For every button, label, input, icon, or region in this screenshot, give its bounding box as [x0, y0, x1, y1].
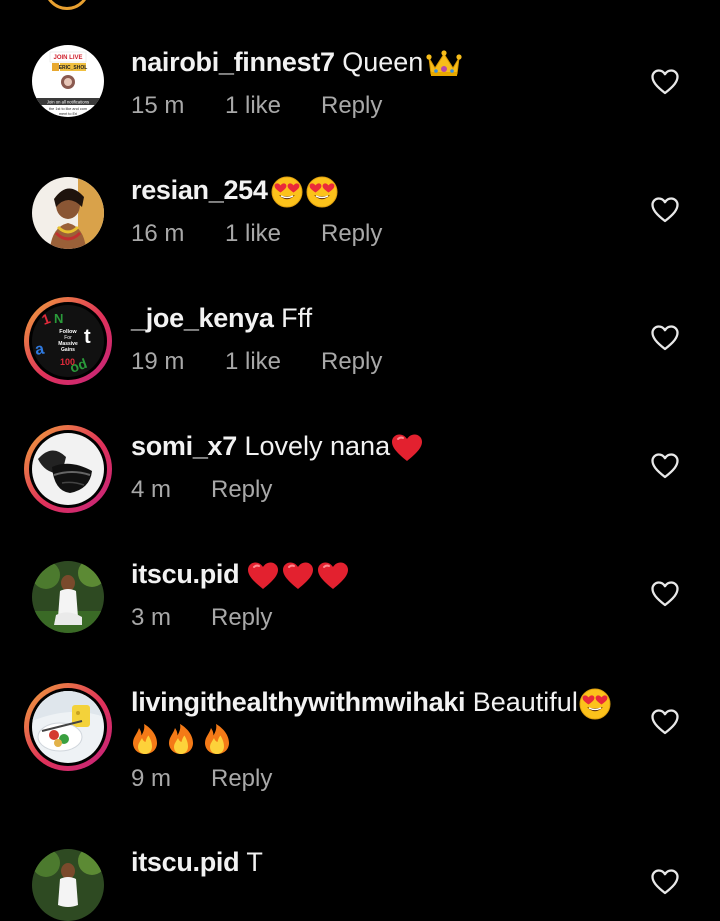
comment-meta: 15 m 1 like Reply — [131, 91, 382, 121]
avatar[interactable] — [32, 849, 104, 921]
avatar-story-ring[interactable] — [24, 683, 112, 771]
comment-username[interactable]: resian_254 — [131, 175, 268, 205]
reply-button[interactable]: Reply — [211, 475, 272, 505]
comment-username[interactable]: somi_x7 — [131, 431, 237, 461]
reply-button[interactable]: Reply — [211, 603, 272, 633]
fire-emoji-icon — [167, 723, 195, 755]
comment-username[interactable]: livingithealthywithmwihaki — [131, 687, 466, 717]
comment-text: Lovely nana — [236, 431, 391, 461]
red-heart-emoji-icon — [391, 433, 423, 463]
avatar[interactable] — [32, 177, 104, 249]
avatar-text-line1: Join on all notifications — [47, 100, 89, 105]
comment-line: somi_x7 Lovely nana — [131, 429, 423, 463]
like-heart-icon[interactable] — [651, 581, 679, 607]
comment-timestamp: 4 m — [131, 476, 172, 503]
reply-button[interactable]: Reply — [321, 347, 382, 377]
comment-username[interactable]: _joe_kenya — [131, 303, 274, 333]
comment-meta: 19 m 1 like Reply — [131, 347, 382, 377]
comment-line: itscu.pid T — [131, 845, 263, 879]
avatar — [32, 691, 104, 763]
partial-avatar-previous[interactable] — [44, 0, 90, 10]
like-heart-icon[interactable] — [651, 69, 679, 95]
reply-button[interactable]: Reply — [211, 764, 272, 794]
comment-meta: 9 m Reply — [131, 764, 272, 794]
svg-text:t: t — [84, 326, 91, 348]
reply-button[interactable]: Reply — [321, 219, 382, 249]
comment-line: livingithealthywithmwihaki Beautiful — [131, 685, 611, 720]
comment-like-count[interactable]: 1 like — [225, 219, 321, 249]
comment-emoji-line — [131, 723, 231, 760]
comment-line: resian_254 — [131, 173, 338, 208]
comment-like-count[interactable]: 1 like — [225, 347, 321, 377]
comment-text: T — [239, 847, 263, 877]
comment-text: Beautiful — [465, 687, 578, 717]
fire-emoji-icon — [203, 723, 231, 755]
avatar-story-ring[interactable]: 1 N t Follow For Massive Gains a 100 od — [24, 297, 112, 385]
avatar: 1 N t Follow For Massive Gains a 100 od — [32, 305, 104, 377]
comment-line: nairobi_finnest7 Queen — [131, 45, 462, 79]
comment-username[interactable]: itscu.pid — [131, 847, 240, 877]
fire-emoji-icon — [131, 723, 159, 755]
avatar-story-ring[interactable] — [24, 425, 112, 513]
comment-timestamp: 15 m — [131, 92, 185, 119]
comment-timestamp: 19 m — [131, 348, 185, 375]
svg-text:N: N — [54, 311, 63, 326]
comment-timestamp: 9 m — [131, 765, 172, 792]
heart-eyes-emoji-icon — [579, 688, 611, 720]
heart-eyes-emoji-icon — [306, 176, 338, 208]
like-heart-icon[interactable] — [651, 453, 679, 479]
comment-meta: 16 m 1 like Reply — [131, 219, 382, 249]
red-heart-emoji-icon — [317, 561, 349, 591]
comment-text: Fff — [273, 303, 313, 333]
like-heart-icon[interactable] — [651, 709, 679, 735]
avatar-text-line3: ment to Eri — [59, 112, 78, 116]
red-heart-emoji-icon — [247, 561, 279, 591]
like-heart-icon[interactable] — [651, 325, 679, 351]
like-heart-icon[interactable] — [651, 197, 679, 223]
comment-username[interactable]: nairobi_finnest7 — [131, 47, 335, 77]
red-heart-emoji-icon — [282, 561, 314, 591]
comment-line: _joe_kenya Fff — [131, 301, 312, 335]
avatar-text-d: Gains — [61, 347, 75, 353]
comment-timestamp: 16 m — [131, 220, 185, 247]
reply-button[interactable]: Reply — [321, 91, 382, 121]
comment-meta: 4 m Reply — [131, 475, 272, 505]
heart-eyes-emoji-icon — [271, 176, 303, 208]
comment-username[interactable]: itscu.pid — [131, 559, 240, 589]
comment-line: itscu.pid — [131, 557, 349, 591]
avatar[interactable] — [32, 561, 104, 633]
comment-text: Queen — [334, 47, 424, 77]
avatar[interactable]: JOIN LIVE ERIC_SHOL Join on all notifica… — [32, 45, 104, 117]
comment-meta: 3 m Reply — [131, 603, 272, 633]
avatar-text-top: JOIN LIVE — [53, 55, 82, 61]
crown-emoji-icon — [426, 49, 462, 79]
comment-like-count[interactable]: 1 like — [225, 91, 321, 121]
like-heart-icon[interactable] — [651, 869, 679, 895]
comment-timestamp: 3 m — [131, 604, 172, 631]
avatar-text-name: ERIC_SHOL — [59, 65, 88, 71]
avatar — [32, 433, 104, 505]
avatar-text-line2: the 1st to like and com — [49, 107, 87, 111]
